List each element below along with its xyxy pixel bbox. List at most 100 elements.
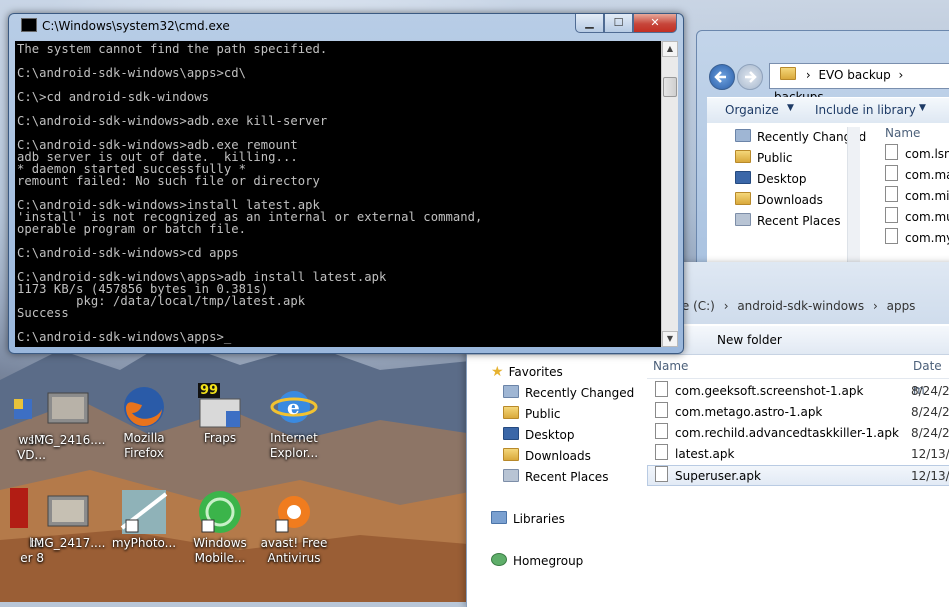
vertical-scrollbar[interactable]: ▲ ▼ [661,41,678,347]
file-item[interactable]: com.miz [885,186,949,207]
minimize-button[interactable]: ▁ [575,14,604,33]
recent-places-icon [735,213,751,226]
console-line: C:\>cd android-sdk-windows [17,90,210,104]
scroll-down-button[interactable]: ▼ [662,331,678,347]
address-bar[interactable]: › EVO backup › backups [769,63,949,104]
downloads-icon [735,192,751,205]
column-header-name[interactable]: Name [885,123,949,144]
photo-icon [44,385,92,433]
chevron-down-icon: ▼ [919,103,926,113]
arrow-left-icon [714,71,726,83]
desktop-icon-img-2416[interactable]: IMG_2416.... [28,385,108,448]
nav-homegroup[interactable]: Homegroup [491,551,661,572]
nav-item-recent-places[interactable]: Recent Places [491,467,661,488]
breadcrumb-item[interactable]: android-sdk-windows [737,299,864,313]
icon-label: Internet Explor... [269,431,319,460]
nav-item-public[interactable]: Public [491,404,661,425]
file-item[interactable]: com.mu [885,207,949,228]
file-row[interactable]: com.geeksoft.screenshot-1.apk 8/24/20 [647,381,949,402]
file-list: Name com.lsn. com.ma com.miz com.mu com.… [885,123,949,249]
file-item[interactable]: com.my [885,228,949,249]
nav-item-downloads[interactable]: Downloads [491,446,661,467]
icon-label: Mozilla Firefox [123,431,165,460]
file-name: com.ma [905,168,949,182]
explorer-pane: Recently Changed Public Desktop Download… [707,123,949,271]
close-button[interactable]: ✕ [633,14,677,33]
file-item[interactable]: com.lsn. [885,144,949,165]
file-row-selected[interactable]: Superuser.apk 12/13/2 [647,465,949,486]
nav-label: Desktop [525,428,575,442]
folder-icon [780,67,796,80]
navigation-pane: ★ Favorites Recently Changed Public Deskt… [491,362,661,572]
recent-icon [503,385,519,398]
address-bar[interactable]: rice (C:) › android-sdk-windows › apps [667,295,949,317]
file-icon [885,144,898,160]
file-name: latest.apk [675,447,735,461]
explorer-toolbar: Organize ▼ Include in library ▼ [707,97,949,124]
desktop-icon-firefox[interactable]: Mozilla Firefox [104,383,184,461]
file-date: 12/13/2 [911,447,949,461]
file-item[interactable]: com.ma [885,165,949,186]
nav-label: Homegroup [513,554,584,568]
firefox-icon [120,383,168,431]
nav-libraries[interactable]: Libraries [491,509,661,530]
fraps-icon: 99 [196,383,244,431]
cmd-icon [21,18,37,32]
organize-menu[interactable]: Organize [725,103,779,117]
file-icon [885,228,898,244]
minimize-icon: ▁ [585,16,594,29]
desktop-icon-fraps[interactable]: 99 Fraps [180,383,260,446]
scroll-thumb[interactable] [663,77,677,97]
desktop-icon-internet-explorer[interactable]: e Internet Explor... [254,383,334,461]
star-icon: ★ [491,364,504,380]
desktop-icon-avast[interactable]: avast! Free Antivirus [254,488,334,566]
libraries-icon [491,511,507,524]
icon-label: IMG_2416.... [30,433,106,447]
file-name: com.geeksoft.screenshot-1.apk [675,384,864,398]
explorer-window-backups[interactable]: › EVO backup › backups Organize ▼ Includ… [696,30,949,272]
file-icon [885,186,898,202]
maximize-icon: ☐ [613,16,624,29]
console-line: C:\android-sdk-windows>adb.exe kill-serv… [17,114,328,128]
close-icon: ✕ [650,16,660,29]
file-date: 8/24/20 [911,426,949,440]
fraps-badge: 99 [198,383,221,398]
desktop-icon-windows-mobile[interactable]: Windows Mobile... [180,488,260,566]
maximize-button[interactable]: ☐ [604,14,633,33]
cmd-window[interactable]: C:\Windows\system32\cmd.exe ▁ ☐ ✕ The sy… [8,13,684,354]
console-line: C:\android-sdk-windows\apps>_ [17,330,232,344]
file-row[interactable]: com.rechild.advancedtaskkiller-1.apk 8/24… [647,423,949,444]
nav-item-recently-changed[interactable]: Recently Changed [491,383,661,404]
icon-label: IMG_2417.... [30,536,106,550]
breadcrumb-item[interactable]: EVO backup [818,68,890,82]
file-name: com.rechild.advancedtaskkiller-1.apk [675,426,899,440]
back-button[interactable] [709,64,735,90]
recent-places-icon [503,469,519,482]
include-in-library-menu[interactable]: Include in library [815,103,916,117]
nav-scrollbar[interactable] [847,127,860,267]
desktop-icon-myphoto[interactable]: myPhoto... [104,488,184,551]
nav-item-desktop[interactable]: Desktop [491,425,661,446]
nav-label: Public [757,151,793,165]
file-icon [655,466,668,482]
nav-label: Recent Places [757,214,841,228]
nav-favorites[interactable]: ★ Favorites [491,362,661,383]
windows-mobile-icon [196,488,244,536]
console-line: remount failed: No such file or director… [17,174,320,188]
svg-text:e: e [287,395,300,419]
new-folder-button[interactable]: New folder [717,333,782,347]
breadcrumb-separator: › [723,299,729,313]
file-row[interactable]: latest.apk 12/13/2 [647,444,949,465]
avast-icon [270,488,318,536]
scroll-up-button[interactable]: ▲ [662,41,678,57]
icon-label: Windows Mobile... [193,536,247,565]
console-output[interactable]: The system cannot find the path specifie… [15,41,661,347]
breadcrumb-item[interactable]: apps [887,299,916,313]
breadcrumb-separator: › [805,68,811,82]
forward-button[interactable] [737,64,763,90]
desktop-icon-img-2417[interactable]: IMG_2417.... [28,488,108,551]
column-header-name[interactable]: Name [653,359,688,373]
arrow-right-icon [745,71,757,83]
file-row[interactable]: com.metago.astro-1.apk 8/24/20 [647,402,949,423]
recent-icon [735,129,751,142]
